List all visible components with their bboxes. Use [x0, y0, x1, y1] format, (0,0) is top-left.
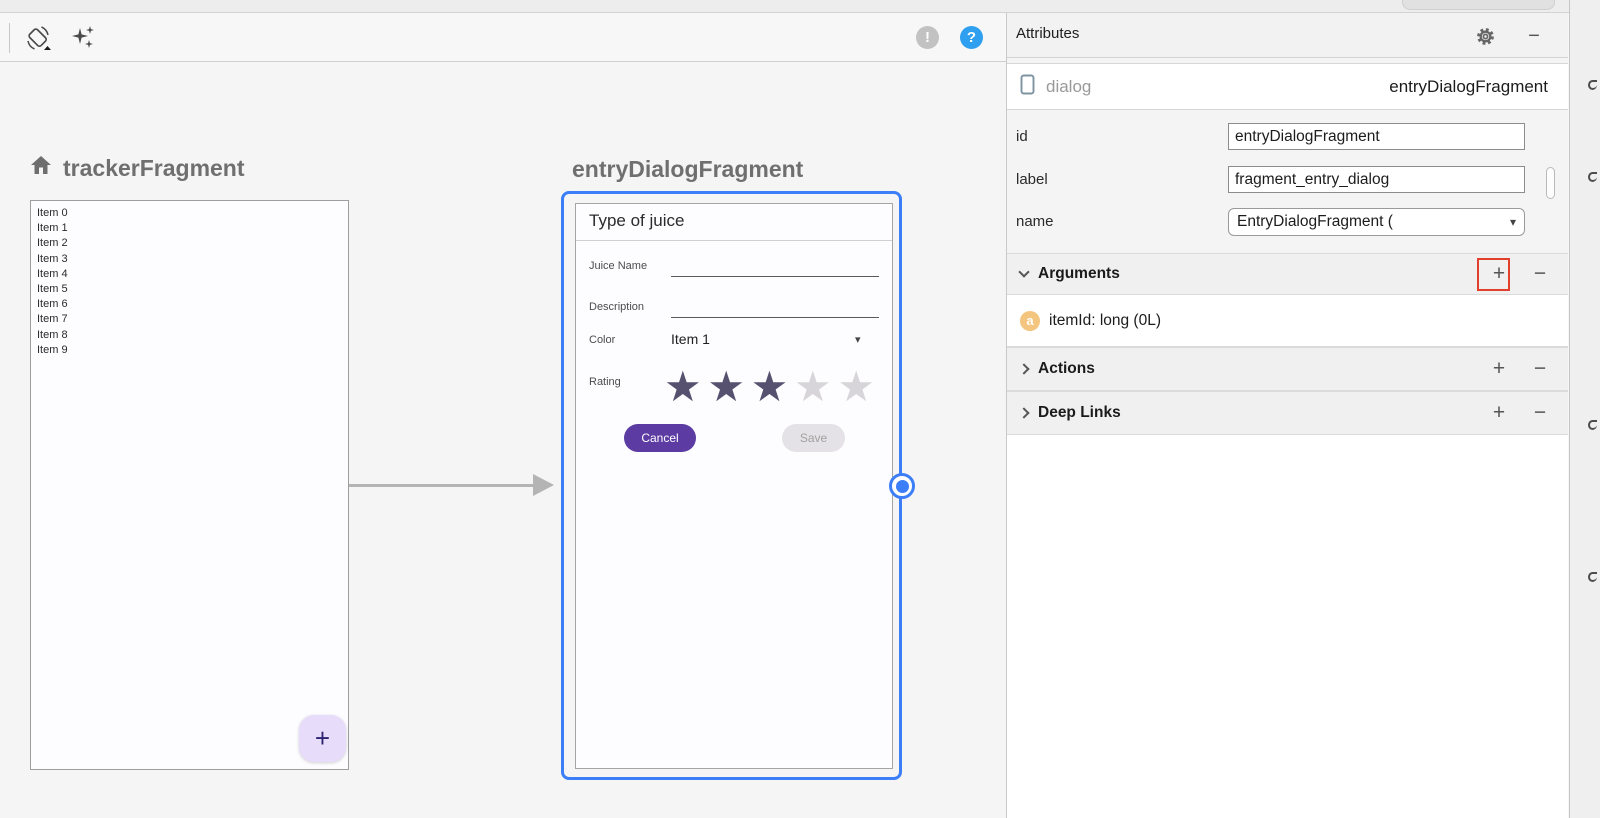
gear-icon[interactable] [1473, 24, 1497, 48]
star-filled-icon: ★ [707, 363, 742, 410]
name-combobox-value: EntryDialogFragment ( [1237, 213, 1393, 231]
label-input[interactable] [1228, 166, 1525, 193]
list-item: Item 0 [37, 206, 348, 221]
panel-scrollbar[interactable] [1546, 167, 1555, 199]
label-field-row: label [1007, 166, 1568, 193]
section-actions[interactable]: Actions + − [1007, 347, 1568, 391]
star-empty-icon: ★ [837, 363, 872, 410]
color-dropdown-caret-icon: ▾ [855, 333, 861, 346]
label-field-label: label [1016, 171, 1048, 188]
name-field-label: name [1016, 213, 1054, 230]
section-deep-links[interactable]: Deep Links + − [1007, 391, 1568, 435]
cancel-button: Cancel [624, 424, 696, 452]
red-highlight-box [1477, 258, 1510, 291]
star-filled-icon: ★ [664, 363, 699, 410]
description-field [671, 317, 879, 318]
remove-action-button[interactable]: − [1527, 356, 1553, 382]
tracker-fragment-title[interactable]: trackerFragment [28, 153, 245, 183]
star-empty-icon: ★ [794, 363, 829, 410]
star-filled-icon: ★ [751, 363, 786, 410]
name-combobox[interactable]: EntryDialogFragment ( ▾ [1228, 208, 1525, 236]
list-item: Item 8 [37, 328, 348, 343]
id-field-label: id [1016, 128, 1028, 145]
list-item: Item 9 [37, 343, 348, 358]
argument-badge-icon: a [1020, 311, 1040, 331]
juice-name-label: Juice Name [589, 260, 647, 272]
clipped-top-tab [1402, 0, 1555, 10]
list-item: Item 4 [37, 267, 348, 282]
add-action-button[interactable]: + [1486, 356, 1512, 382]
id-field-row: id [1007, 123, 1568, 150]
add-deep-link-button[interactable]: + [1486, 400, 1512, 426]
rating-stars: ★ ★ ★ ★ ★ [664, 366, 872, 408]
list-item: Item 3 [37, 252, 348, 267]
clipped-right-strip [1569, 0, 1600, 818]
navigation-action-arrow[interactable] [349, 484, 535, 487]
argument-text: itemId: long (0L) [1049, 312, 1161, 330]
attributes-panel-header: Attributes − [1007, 13, 1568, 58]
attributes-panel: Attributes − dialog entryDialogFragment … [1006, 13, 1568, 818]
navigation-action-arrowhead [533, 474, 554, 496]
chevron-down-icon [1018, 266, 1029, 277]
section-arguments[interactable]: Arguments + − [1007, 253, 1568, 295]
hide-panel-icon[interactable]: − [1521, 23, 1547, 49]
list-item: Item 5 [37, 282, 348, 297]
window-top-strip [0, 0, 1600, 13]
list-item: Item 2 [37, 236, 348, 251]
clipped-content-fragment [1588, 420, 1597, 430]
dialog-title: Type of juice [589, 211, 684, 231]
list-item: Item 6 [37, 297, 348, 312]
chevron-down-icon: ▾ [1510, 215, 1516, 229]
clipped-content-fragment [1588, 572, 1597, 582]
deep-links-section-label: Deep Links [1038, 404, 1121, 422]
entry-dialog-fragment-title[interactable]: entryDialogFragment [572, 156, 803, 183]
chevron-right-icon [1018, 363, 1029, 374]
entry-dialog-preview[interactable] [575, 203, 893, 769]
id-input[interactable] [1228, 123, 1525, 150]
component-name-value: entryDialogFragment [1389, 77, 1548, 97]
entry-dialog-fragment-label: entryDialogFragment [572, 156, 803, 183]
juice-name-field [671, 276, 879, 277]
list-item: Item 1 [37, 221, 348, 236]
action-connection-handle[interactable] [889, 473, 915, 499]
color-label: Color [589, 334, 615, 346]
issues-indicator-icon[interactable]: ! [916, 26, 939, 49]
navigation-editor-window: ! ? trackerFragment Item 0 Item 1 Item 2… [0, 0, 1600, 818]
dialog-destination-icon [1020, 74, 1035, 100]
tracker-fragment-label: trackerFragment [63, 155, 245, 182]
design-toolbar: ! ? [0, 13, 1006, 62]
panel-title: Attributes [1016, 25, 1079, 42]
tracker-fragment-preview[interactable]: Item 0 Item 1 Item 2 Item 3 Item 4 Item … [30, 200, 349, 770]
actions-section-label: Actions [1038, 360, 1095, 378]
rating-label: Rating [589, 376, 621, 388]
attributes-panel-empty-area [1007, 435, 1568, 818]
chevron-right-icon [1018, 407, 1029, 418]
list-item: Item 7 [37, 312, 348, 327]
sparkles-icon[interactable] [68, 22, 100, 54]
help-icon[interactable]: ? [960, 26, 983, 49]
argument-list-item[interactable]: a itemId: long (0L) [1007, 295, 1568, 347]
description-label: Description [589, 301, 644, 313]
remove-deep-link-button[interactable]: − [1527, 400, 1553, 426]
clipped-content-fragment [1588, 80, 1597, 90]
color-dropdown-value: Item 1 [671, 331, 710, 347]
dialog-title-divider [576, 240, 892, 241]
component-row: dialog entryDialogFragment [1007, 63, 1568, 110]
rotate-device-icon[interactable] [22, 22, 54, 54]
arguments-section-label: Arguments [1038, 265, 1120, 283]
remove-argument-button[interactable]: − [1527, 261, 1553, 287]
action-connection-handle-dot [896, 480, 909, 493]
home-icon [28, 153, 54, 183]
tracker-item-list: Item 0 Item 1 Item 2 Item 3 Item 4 Item … [31, 201, 348, 358]
component-type-label: dialog [1046, 77, 1091, 97]
toolbar-drag-handle[interactable] [9, 23, 10, 53]
clipped-content-fragment [1588, 172, 1597, 182]
name-field-row: name EntryDialogFragment ( ▾ [1007, 208, 1568, 235]
save-button: Save [782, 424, 845, 452]
add-entry-fab: + [299, 715, 346, 762]
